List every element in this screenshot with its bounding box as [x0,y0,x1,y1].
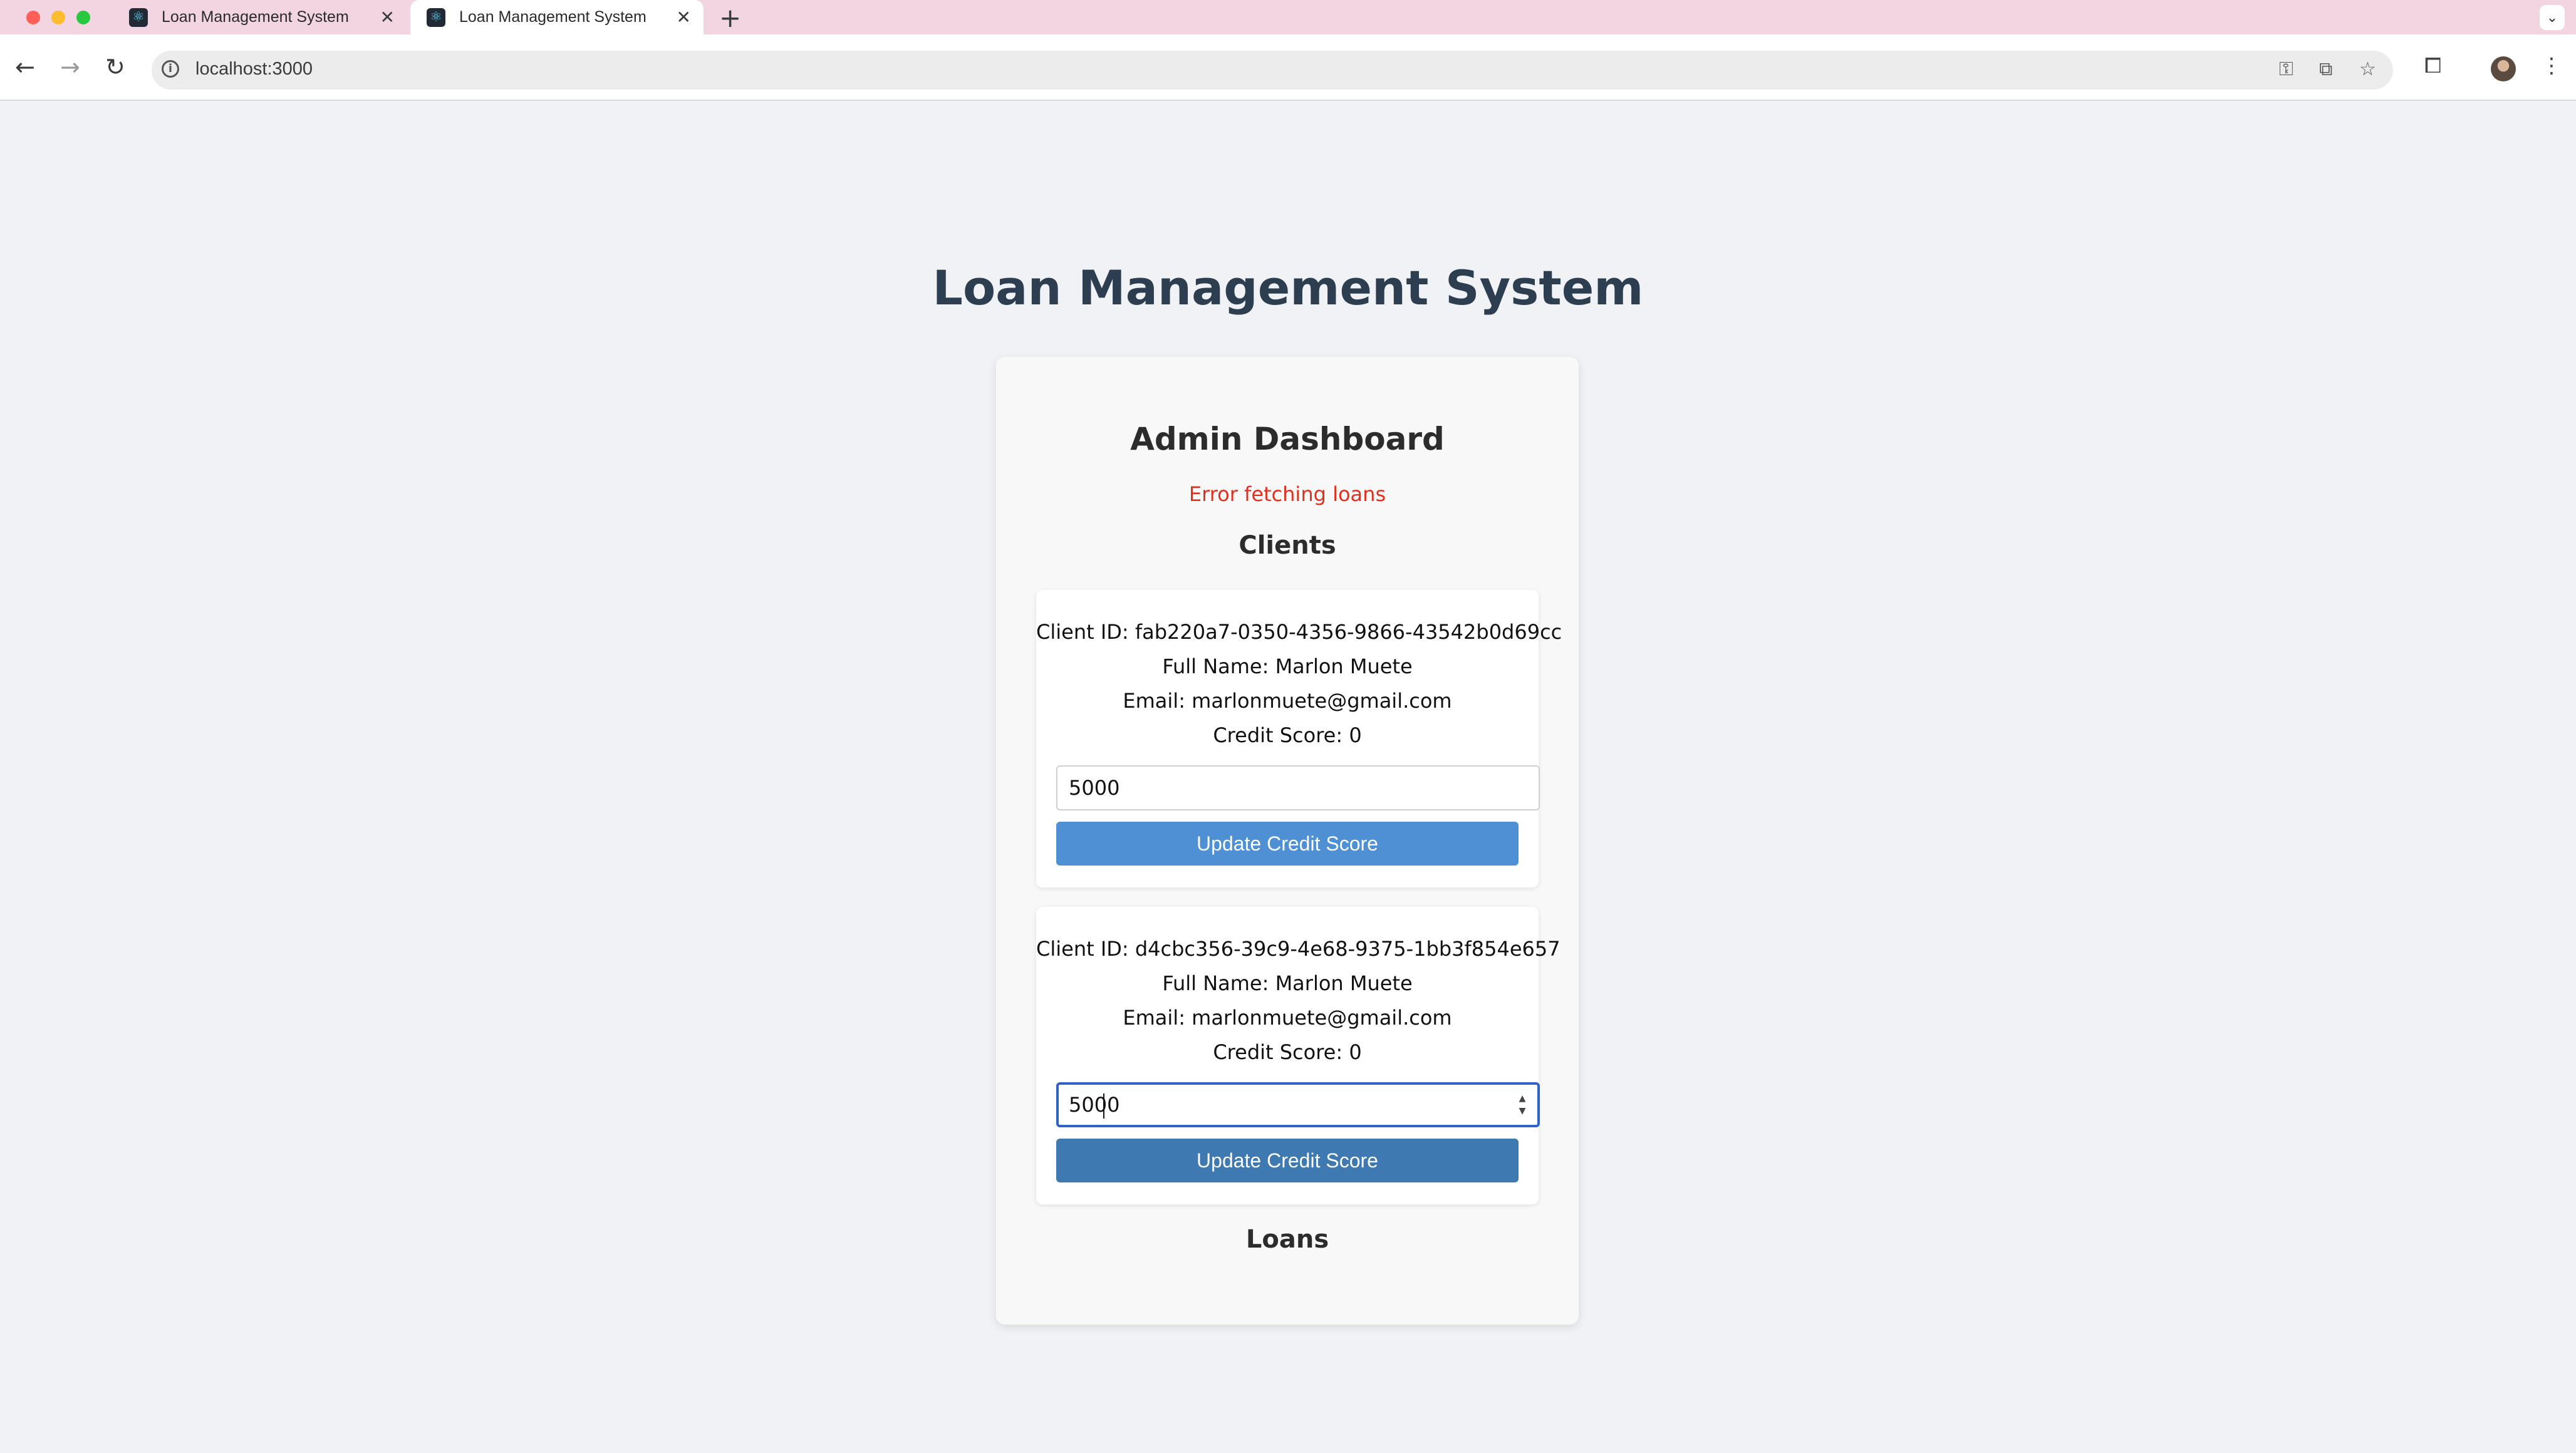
key-icon[interactable]: ⚿ [2279,58,2293,80]
site-info-icon[interactable]: i [162,60,179,78]
client-card: Client ID: fab220a7-0350-4356-9866-43542… [1036,590,1562,887]
client-email: Email: marlonmuete@gmail.com [1123,689,1452,713]
reload-button[interactable]: ↻ [105,53,125,81]
tab-2-active[interactable]: ⚛ Loan Management System ✕ [410,0,704,34]
extensions-icon[interactable]: ⧠ [2424,53,2441,78]
close-window-button[interactable] [26,11,40,24]
star-icon[interactable]: ☆ [2359,58,2376,80]
error-message: Error fetching loans [1188,482,1386,506]
menu-icon[interactable]: ⋮ [2541,53,2562,78]
update-credit-score-button[interactable]: Update Credit Score [1056,822,1519,866]
credit-score-input[interactable]: 5000 [1056,765,1540,810]
react-favicon-icon: ⚛ [427,8,445,27]
profile-avatar[interactable] [2491,56,2516,81]
client-full-name: Full Name: Marlon Muete [1162,654,1413,678]
tab-1[interactable]: ⚛ Loan Management System ✕ [113,0,407,34]
browser-toolbar: ← → ↻ i localhost:3000 ⚿ ⧉ ☆ ⧠ ⋮ [0,34,2576,101]
client-credit-score: Credit Score: 0 [1213,1040,1362,1064]
credit-score-input-value: 5000 [1069,1093,1120,1117]
tab-title: Loan Management System [459,8,647,26]
client-credit-score: Credit Score: 0 [1213,723,1362,747]
react-favicon-icon: ⚛ [129,8,148,27]
number-spinner-icon[interactable]: ▲ ▼ [1517,1092,1527,1117]
tab-close-icon[interactable]: ✕ [677,7,691,28]
loans-heading: Loans [1245,1225,1329,1254]
client-full-name: Full Name: Marlon Muete [1162,971,1413,995]
client-card: Client ID: d4cbc356-39c9-4e68-9375-1bb3f… [1036,907,1561,1204]
client-id: Client ID: d4cbc356-39c9-4e68-9375-1bb3f… [1036,937,1561,961]
install-icon[interactable]: ⧉ [2319,58,2332,80]
tab-strip: ⚛ Loan Management System ✕ ⚛ Loan Manage… [0,0,2576,34]
new-tab-button[interactable]: + [719,3,741,33]
tab-search-menu-button[interactable]: ⌄ [2540,5,2565,30]
address-bar[interactable]: i localhost:3000 ⚿ ⧉ ☆ [152,51,2393,90]
forward-button[interactable]: → [60,53,80,81]
admin-dashboard-card: Admin Dashboard Error fetching loans Cli… [996,357,1579,1325]
clients-heading: Clients [1239,531,1336,560]
back-button[interactable]: ← [15,53,35,81]
client-email: Email: marlonmuete@gmail.com [1123,1006,1452,1030]
client-id: Client ID: fab220a7-0350-4356-9866-43542… [1036,620,1562,644]
credit-score-input-value: 5000 [1069,776,1120,800]
tab-close-icon[interactable]: ✕ [380,7,395,28]
url-text[interactable]: localhost:3000 [195,59,313,80]
tab-title: Loan Management System [162,8,349,26]
credit-score-input[interactable]: 5000 ▲ ▼ [1056,1082,1540,1127]
update-credit-score-button[interactable]: Update Credit Score [1056,1139,1519,1182]
maximize-window-button[interactable] [76,11,90,24]
text-caret [1103,1094,1104,1119]
page-title: Loan Management System [932,260,1644,316]
minimize-window-button[interactable] [51,11,65,24]
dashboard-title: Admin Dashboard [1130,421,1445,457]
